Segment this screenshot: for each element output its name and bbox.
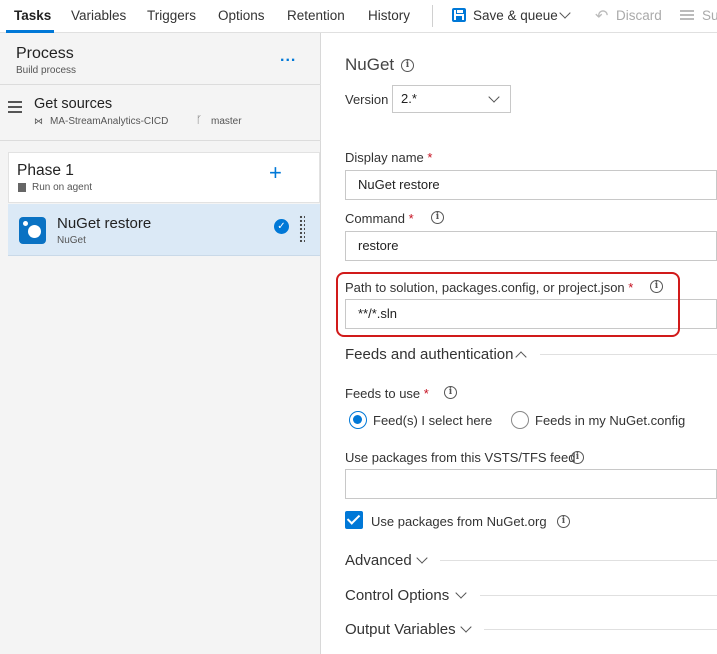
task-item-nuget-restore[interactable]: [8, 204, 320, 256]
tab-variables[interactable]: Variables: [71, 8, 126, 23]
nuget-org-label[interactable]: Use packages from NuGet.org: [371, 514, 547, 529]
info-icon[interactable]: i: [557, 515, 570, 528]
toolbar-divider: [432, 5, 433, 27]
agent-icon: [18, 183, 26, 192]
vsts-feed-label: Use packages from this VSTS/TFS feed: [345, 450, 576, 465]
task-subtitle: NuGet: [57, 235, 86, 246]
feeds-option-1-label[interactable]: Feed(s) I select here: [373, 413, 492, 428]
divider: [0, 84, 321, 85]
info-icon[interactable]: i: [571, 451, 584, 464]
info-icon[interactable]: i: [431, 211, 444, 224]
tab-triggers[interactable]: Triggers: [147, 8, 196, 23]
repo-icon: ⋈: [34, 116, 43, 126]
section-divider: [484, 629, 717, 630]
tab-tasks[interactable]: Tasks: [14, 8, 51, 23]
info-icon[interactable]: i: [444, 386, 457, 399]
top-tab-bar: Tasks Variables Triggers Options Retenti…: [0, 0, 717, 33]
undo-icon: ↶: [595, 8, 609, 25]
info-icon[interactable]: i: [401, 59, 414, 72]
divider: [0, 140, 321, 141]
repo-name: MA-StreamAnalytics-CICD: [50, 116, 169, 127]
feeds-nuget-config-radio[interactable]: [511, 411, 529, 429]
tab-retention[interactable]: Retention: [287, 8, 345, 23]
get-sources-icon: [8, 101, 22, 113]
highlight-annotation: [336, 272, 680, 337]
version-label: Version: [345, 92, 389, 107]
add-task-plus-icon[interactable]: +: [269, 162, 282, 184]
tab-options[interactable]: Options: [218, 8, 265, 23]
save-icon[interactable]: [452, 8, 466, 22]
control-options-section-header[interactable]: Control Options: [345, 587, 449, 604]
command-field[interactable]: restore: [345, 231, 717, 261]
nuget-org-checkbox[interactable]: [345, 511, 363, 529]
save-queue-button[interactable]: Save & queue: [473, 8, 558, 23]
branch-icon: ᚴ: [196, 115, 202, 126]
tab-history[interactable]: History: [368, 8, 410, 23]
display-name-field[interactable]: NuGet restore: [345, 170, 717, 200]
feeds-select-here-radio[interactable]: [349, 411, 367, 429]
process-subtitle: Build process: [16, 65, 77, 76]
summary-button[interactable]: Su: [702, 8, 717, 23]
vsts-feed-field[interactable]: [345, 469, 717, 499]
more-options-icon[interactable]: ...: [280, 48, 296, 66]
command-label: Command *: [345, 211, 414, 226]
discard-button[interactable]: Discard: [616, 8, 662, 23]
feeds-section-header[interactable]: Feeds and authentication: [345, 346, 513, 363]
process-title[interactable]: Process: [16, 45, 74, 63]
task-detail-title: NuGet: [345, 55, 395, 74]
display-name-label: Display name *: [345, 150, 433, 165]
feeds-to-use-label: Feeds to use *: [345, 386, 429, 401]
advanced-section-header[interactable]: Advanced: [345, 552, 412, 569]
nuget-icon: [19, 217, 46, 244]
branch-name: master: [211, 116, 242, 127]
get-sources-title[interactable]: Get sources: [34, 96, 112, 112]
section-divider: [440, 560, 717, 561]
section-divider: [480, 595, 717, 596]
enabled-check-icon[interactable]: ✓: [274, 219, 289, 234]
version-value: 2.*: [401, 91, 417, 106]
phase-title[interactable]: Phase 1: [17, 162, 74, 180]
output-variables-section-header[interactable]: Output Variables: [345, 621, 456, 638]
task-title[interactable]: NuGet restore: [57, 215, 151, 232]
feeds-option-2-label[interactable]: Feeds in my NuGet.config: [535, 413, 685, 428]
section-divider: [540, 354, 717, 355]
phase-subtitle: Run on agent: [32, 182, 93, 193]
drag-handle-icon[interactable]: [299, 215, 305, 242]
save-queue-chevron-down-icon[interactable]: [559, 7, 571, 19]
summary-icon: [680, 10, 694, 20]
